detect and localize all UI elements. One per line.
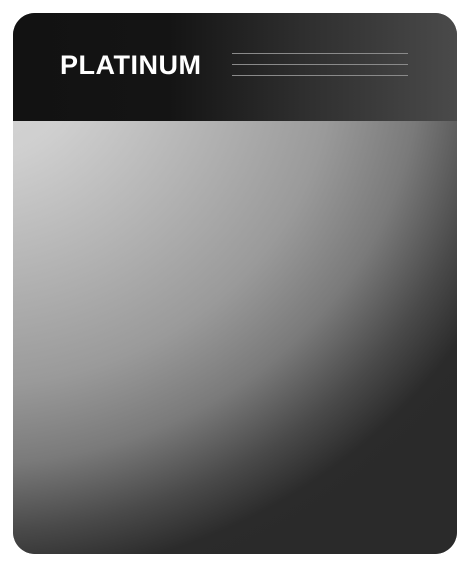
card-image-area <box>13 121 457 554</box>
card-header: PLATINUM <box>13 13 457 121</box>
decorative-line <box>232 64 408 65</box>
decorative-line <box>232 75 408 76</box>
decorative-lines <box>232 53 408 77</box>
card-title: PLATINUM <box>60 50 202 80</box>
platinum-card[interactable]: PLATINUM <box>13 13 457 554</box>
decorative-line <box>232 53 408 54</box>
